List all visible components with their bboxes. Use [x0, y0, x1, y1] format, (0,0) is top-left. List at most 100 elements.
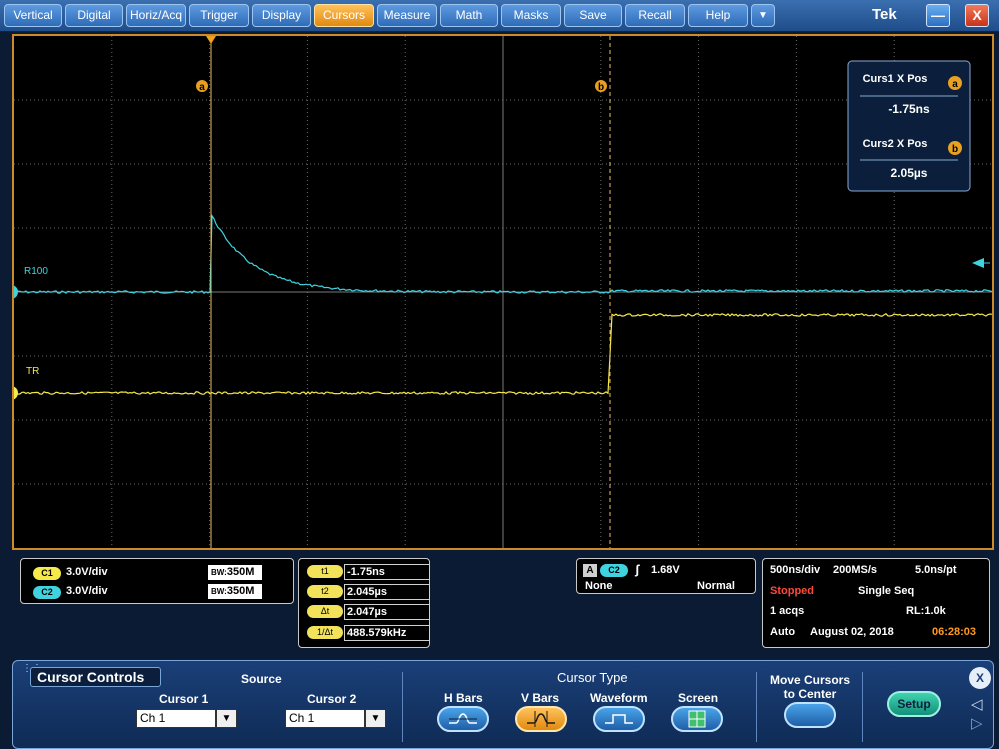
- minimize-button[interactable]: —: [926, 4, 950, 27]
- v-bars-button[interactable]: [515, 706, 567, 732]
- grid-dot: [290, 163, 291, 165]
- grid-dot: [518, 483, 519, 485]
- grid-dot: [404, 508, 406, 509]
- grid-dot: [850, 355, 851, 357]
- waveform-button[interactable]: [593, 706, 645, 732]
- grid-dot: [404, 212, 406, 213]
- grid-dot: [209, 308, 211, 309]
- chevron-down-icon[interactable]: ▼: [365, 709, 386, 728]
- grid-dot: [442, 355, 443, 357]
- menu-more-button[interactable]: ▼: [751, 4, 775, 27]
- grid-dot: [254, 99, 255, 101]
- menu-cursors[interactable]: Cursors: [314, 4, 374, 27]
- grid-dot: [778, 163, 779, 165]
- grid-dot: [194, 227, 195, 229]
- grid-dot: [111, 448, 113, 449]
- grid-dot: [306, 99, 307, 101]
- channel-scale-panel[interactable]: C1 3.0V/div BW:350M C2 3.0V/div BW:350M: [20, 558, 294, 604]
- grid-dot: [562, 163, 563, 165]
- grid-dot: [600, 316, 602, 317]
- menu-save[interactable]: Save: [564, 4, 622, 27]
- grid-dot: [258, 355, 259, 357]
- grid-dot: [86, 355, 87, 357]
- grid-dot: [209, 304, 211, 305]
- acquisition-panel[interactable]: 500ns/div 200MS/s 5.0ns/pt Stopped Singl…: [762, 558, 990, 648]
- setup-button[interactable]: Setup: [887, 691, 941, 717]
- trigger-panel[interactable]: A C2 ʃ 1.68V None Normal: [576, 558, 756, 594]
- grid-dot: [418, 163, 419, 165]
- close-button[interactable]: X: [965, 4, 989, 27]
- grid-dot: [14, 99, 15, 101]
- grid-dot: [278, 163, 279, 165]
- grid-dot: [134, 227, 135, 229]
- grid-dot: [698, 536, 700, 537]
- ch1-tag[interactable]: C1: [33, 567, 61, 580]
- grid-dot: [306, 224, 308, 225]
- grid-dot: [404, 188, 406, 189]
- grid-dot: [795, 44, 797, 45]
- grid-dot: [370, 419, 371, 421]
- menu-math[interactable]: Math: [440, 4, 498, 27]
- grid-dot: [642, 355, 643, 357]
- grid-dot: [650, 483, 651, 485]
- grid-dot: [262, 163, 263, 165]
- grid-dot: [111, 496, 113, 497]
- grid-dot: [26, 163, 27, 165]
- grid-dot: [186, 99, 187, 101]
- grid-dot: [630, 419, 631, 421]
- grid-dot: [795, 216, 797, 217]
- grid-dot: [666, 483, 667, 485]
- grid-dot: [795, 36, 797, 37]
- menu-trigger[interactable]: Trigger: [189, 4, 249, 27]
- screen-button[interactable]: [671, 706, 723, 732]
- ch2-tag[interactable]: C2: [33, 586, 61, 599]
- grid-dot: [111, 252, 113, 253]
- grid-dot: [574, 483, 575, 485]
- grid-dot: [202, 99, 203, 101]
- grid-dot: [722, 227, 723, 229]
- menu-masks[interactable]: Masks: [501, 4, 561, 27]
- cursor1-source-dropdown[interactable]: Ch 1 ▼: [136, 709, 237, 728]
- grid-dot: [306, 148, 308, 149]
- menu-measure[interactable]: Measure: [377, 4, 437, 27]
- grid-dot: [110, 163, 111, 165]
- grid-dot: [600, 352, 602, 353]
- grid-dot: [270, 163, 271, 165]
- grid-dot: [893, 316, 895, 317]
- move-cursors-to-center-button[interactable]: [784, 702, 836, 728]
- grid-dot: [578, 419, 579, 421]
- cursor-values-panel[interactable]: t1 -1.75ns t2 2.045µs Δt 2.047µs 1/Δt 48…: [298, 558, 430, 648]
- menu-recall[interactable]: Recall: [625, 4, 685, 27]
- panel-next-icon[interactable]: ▷: [971, 714, 983, 732]
- menu-horiz-acq[interactable]: Horiz/Acq: [126, 4, 186, 27]
- close-panel-button[interactable]: X: [969, 667, 991, 689]
- menu-digital[interactable]: Digital: [65, 4, 123, 27]
- grid-dot: [795, 484, 797, 485]
- grid-dot: [542, 99, 543, 101]
- grid-dot: [404, 156, 406, 157]
- grid-dot: [111, 144, 113, 145]
- grid-dot: [978, 419, 979, 421]
- grid-dot: [186, 483, 187, 485]
- waveform-display[interactable]: a b R100 TR 2 1 Curs1 X Pos a -1.75ns Cu…: [14, 36, 992, 548]
- grid-dot: [898, 227, 899, 229]
- chevron-down-icon[interactable]: ▼: [216, 709, 237, 728]
- panel-prev-icon[interactable]: ◁: [971, 695, 983, 713]
- grid-dot: [209, 492, 211, 493]
- grid-dot: [600, 528, 602, 529]
- grid-dot: [893, 328, 895, 329]
- grid-dot: [404, 344, 406, 345]
- grid-dot: [306, 364, 308, 365]
- menu-vertical[interactable]: Vertical: [4, 4, 62, 27]
- t1-tag: t1: [307, 565, 343, 578]
- h-bars-button[interactable]: [437, 706, 489, 732]
- menu-help[interactable]: Help: [688, 4, 748, 27]
- cursor2-source-dropdown[interactable]: Ch 1 ▼: [285, 709, 386, 728]
- grid-dot: [404, 320, 406, 321]
- grid-dot: [698, 320, 700, 321]
- grid-dot: [111, 460, 113, 461]
- grid-dot: [578, 483, 579, 485]
- grid-dot: [494, 419, 495, 421]
- menu-display[interactable]: Display: [252, 4, 311, 27]
- grid-dot: [846, 227, 847, 229]
